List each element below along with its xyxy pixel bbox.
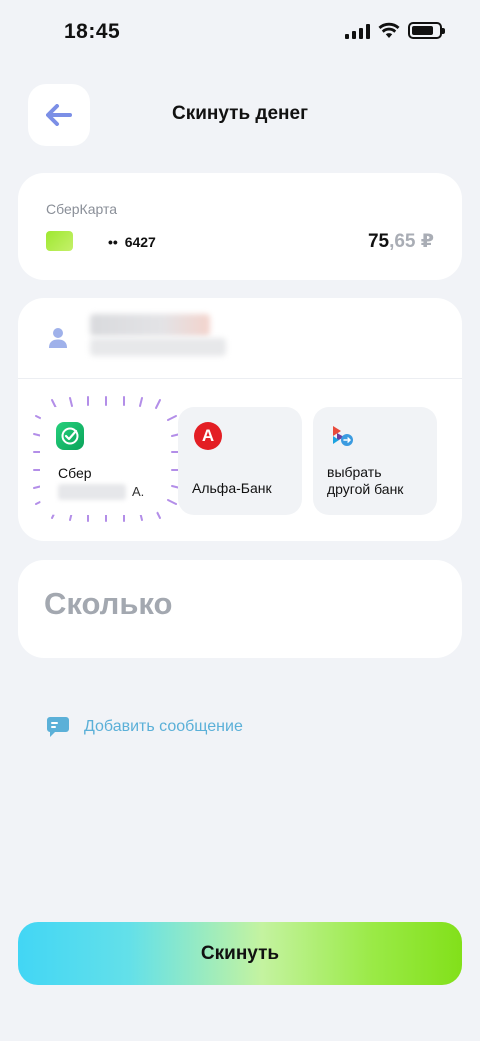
page-title: Скинуть денег [171,103,309,124]
send-button[interactable]: Скинуть [18,922,462,985]
account-label: СберКарта [46,201,118,217]
bank-name-other-line1: выбрать [327,464,382,480]
bank-option-other[interactable]: выбрать другой банк [313,407,437,515]
balance-fraction: ,65 ₽ [389,231,434,252]
account-balance: 75,65 ₽ [368,230,434,253]
bank-name-alfa: Альфа-Банк [192,480,272,496]
cellular-signal-icon [345,23,370,39]
status-time: 18:45 [64,20,121,43]
recipient-name-redacted[interactable] [90,314,210,336]
alfa-logo-icon: А [194,422,222,450]
chat-icon [47,717,69,737]
divider [18,378,462,379]
bank-name-other-line2: другой банк [327,481,404,497]
add-message-label: Добавить сообщение [84,718,243,735]
battery-icon [408,22,445,39]
sbp-logo-icon [333,426,353,446]
bank-option-alfa[interactable]: А Альфа-Банк [178,407,302,515]
sber-logo-icon [56,422,84,450]
status-icons [345,22,445,39]
recipient-owner-redacted [58,484,126,500]
add-message-button[interactable]: Добавить сообщение [46,716,243,738]
recipient-owner-initial: А. [132,484,145,499]
source-account-card[interactable]: СберКарта •• 6427 75,65 ₽ [18,173,462,280]
card-last4: 6427 [124,234,156,250]
wifi-icon [378,22,400,38]
alfa-logo-letter: А [201,426,215,445]
recipient-phone-redacted[interactable] [90,338,226,356]
status-bar: 18:45 [0,0,480,64]
bank-name-sber: Сбер [58,465,92,481]
balance-integer: 75 [367,231,390,252]
bank-name-other: выбрать другой банк [327,464,403,498]
bank-option-sber[interactable]: Сбер А. [40,407,164,515]
card-thumbnail-icon [46,231,73,251]
amount-card [18,560,462,658]
person-icon [49,328,67,348]
recipient-card: Сбер А. А Альфа-Банк выбрать другой банк [18,298,462,541]
card-number: •• 6427 [108,234,156,250]
amount-input[interactable] [44,586,434,622]
battery-level [412,26,433,35]
card-mask-dots: •• [108,234,118,250]
